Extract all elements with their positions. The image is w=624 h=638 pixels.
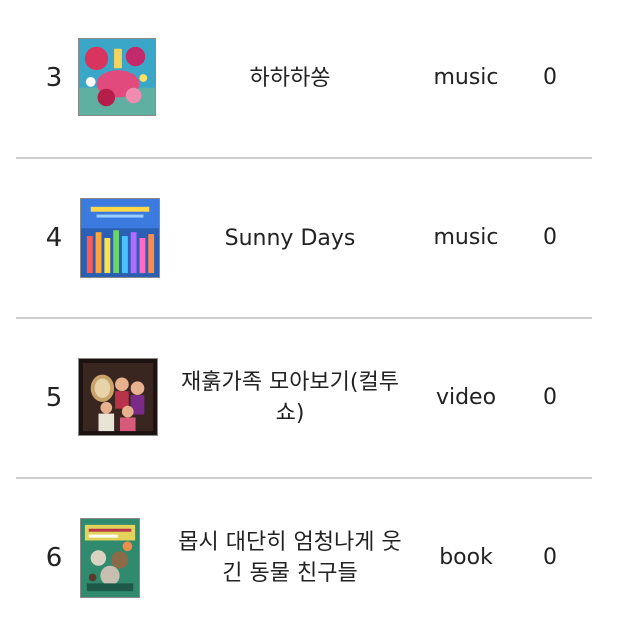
item-type: video [435, 385, 497, 410]
list-item[interactable]: 5 재훍가족 모아보기(컬투쇼) video 0 [0, 318, 624, 478]
item-type: music [433, 65, 499, 90]
item-title: 하하하쏭 [249, 65, 331, 91]
rank-number: 6 [45, 543, 63, 573]
item-count: 0 [543, 65, 557, 90]
item-title: 재훍가족 모아보기(컬투쇼) [181, 370, 399, 426]
item-count: 0 [543, 225, 557, 250]
rank-number: 3 [45, 63, 63, 93]
list-item[interactable]: 3 하하하쏭 music 0 [0, 0, 624, 158]
album-cover-image[interactable] [80, 198, 160, 278]
item-type: book [439, 545, 493, 570]
list-item[interactable]: 4 Sunny Days music 0 [0, 158, 624, 318]
rank-number: 5 [45, 383, 63, 413]
item-type: music [433, 225, 499, 250]
item-title: Sunny Days [224, 225, 356, 251]
item-count: 0 [543, 545, 557, 570]
video-thumbnail-image[interactable] [78, 358, 158, 436]
item-title: 몹시 대단히 엄청나게 웃긴 동물 친구들 [178, 530, 402, 586]
list-item[interactable]: 6 몹시 대단히 엄청나게 웃긴 동물 친구들 book 0 [0, 478, 624, 638]
album-cover-image[interactable] [78, 38, 156, 116]
book-cover-image[interactable] [80, 518, 140, 598]
item-count: 0 [543, 385, 557, 410]
rank-number: 4 [45, 223, 63, 253]
